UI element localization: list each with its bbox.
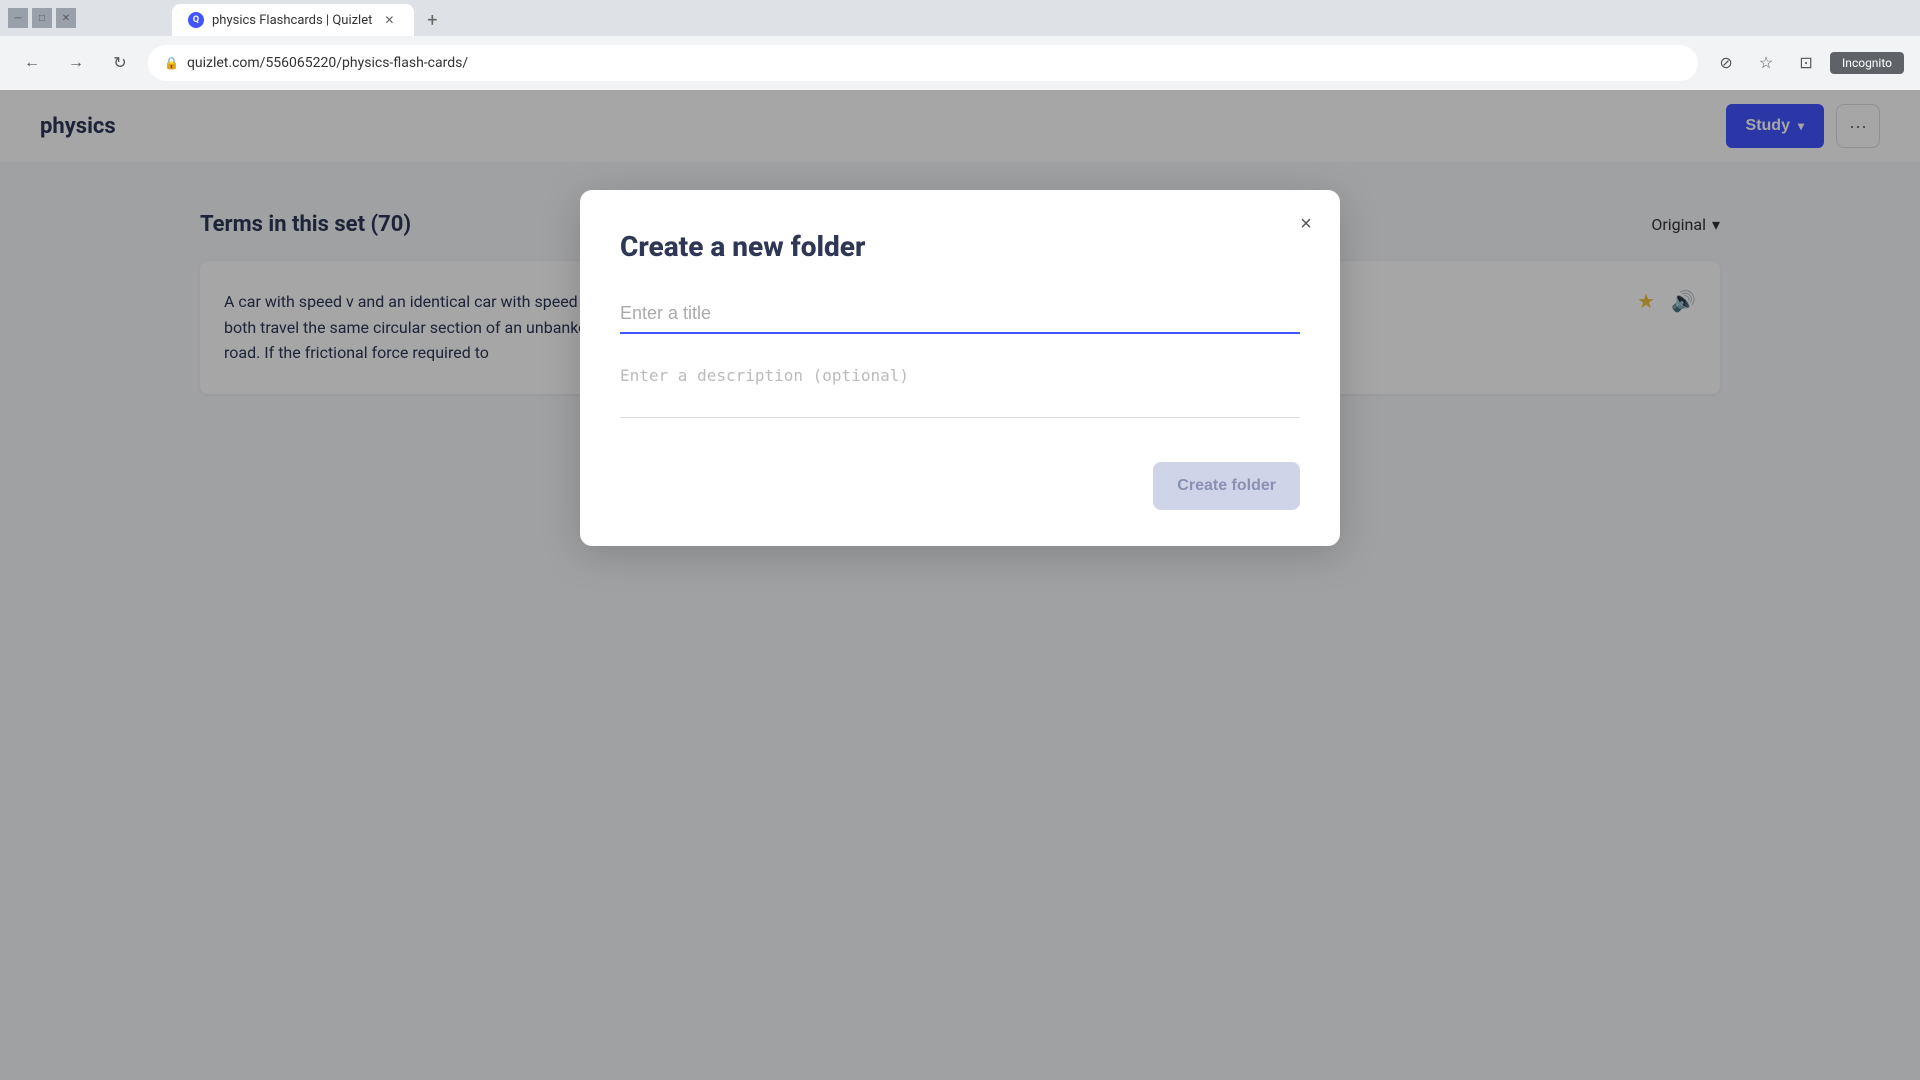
url-text: quizlet.com/556065220/physics-flash-card… — [187, 55, 1682, 71]
new-tab-button[interactable]: + — [418, 6, 446, 34]
tab-title: physics Flashcards | Quizlet — [212, 13, 372, 28]
minimize-button[interactable]: ─ — [8, 8, 28, 28]
address-bar-row: ← → ↻ 🔒 quizlet.com/556065220/physics-fl… — [0, 36, 1920, 90]
modal-footer: Create folder — [620, 462, 1300, 510]
close-tab-button[interactable]: ✕ — [380, 11, 398, 29]
maximize-button[interactable]: □ — [32, 8, 52, 28]
title-bar: ─ □ ✕ Q physics Flashcards | Quizlet ✕ + — [0, 0, 1920, 36]
tab-bar: Q physics Flashcards | Quizlet ✕ + — [92, 0, 446, 36]
lock-icon: 🔒 — [164, 56, 179, 70]
modal-overlay: × Create a new folder Create folder — [0, 90, 1920, 1080]
create-folder-modal: × Create a new folder Create folder — [580, 190, 1340, 546]
refresh-button[interactable]: ↻ — [104, 47, 136, 79]
cast-button[interactable]: ⊘ — [1710, 47, 1742, 79]
tab-favicon: Q — [188, 12, 204, 28]
active-tab[interactable]: Q physics Flashcards | Quizlet ✕ — [172, 4, 414, 36]
modal-title: Create a new folder — [620, 230, 1300, 263]
browser-actions: ⊘ ☆ ⊡ Incognito — [1710, 47, 1904, 79]
folder-title-input[interactable] — [620, 295, 1300, 334]
close-window-button[interactable]: ✕ — [56, 8, 76, 28]
bookmark-button[interactable]: ☆ — [1750, 47, 1782, 79]
incognito-badge[interactable]: Incognito — [1830, 52, 1904, 74]
page-content: physics Study ▾ ··· Terms in this set (7… — [0, 90, 1920, 1080]
window-controls: ─ □ ✕ — [8, 8, 76, 28]
forward-button[interactable]: → — [60, 47, 92, 79]
back-button[interactable]: ← — [16, 47, 48, 79]
address-bar[interactable]: 🔒 quizlet.com/556065220/physics-flash-ca… — [148, 45, 1698, 81]
modal-close-button[interactable]: × — [1290, 208, 1322, 240]
create-folder-button[interactable]: Create folder — [1153, 462, 1300, 510]
folder-description-input[interactable] — [620, 358, 1300, 418]
extension-button[interactable]: ⊡ — [1790, 47, 1822, 79]
browser-chrome: ─ □ ✕ Q physics Flashcards | Quizlet ✕ +… — [0, 0, 1920, 90]
